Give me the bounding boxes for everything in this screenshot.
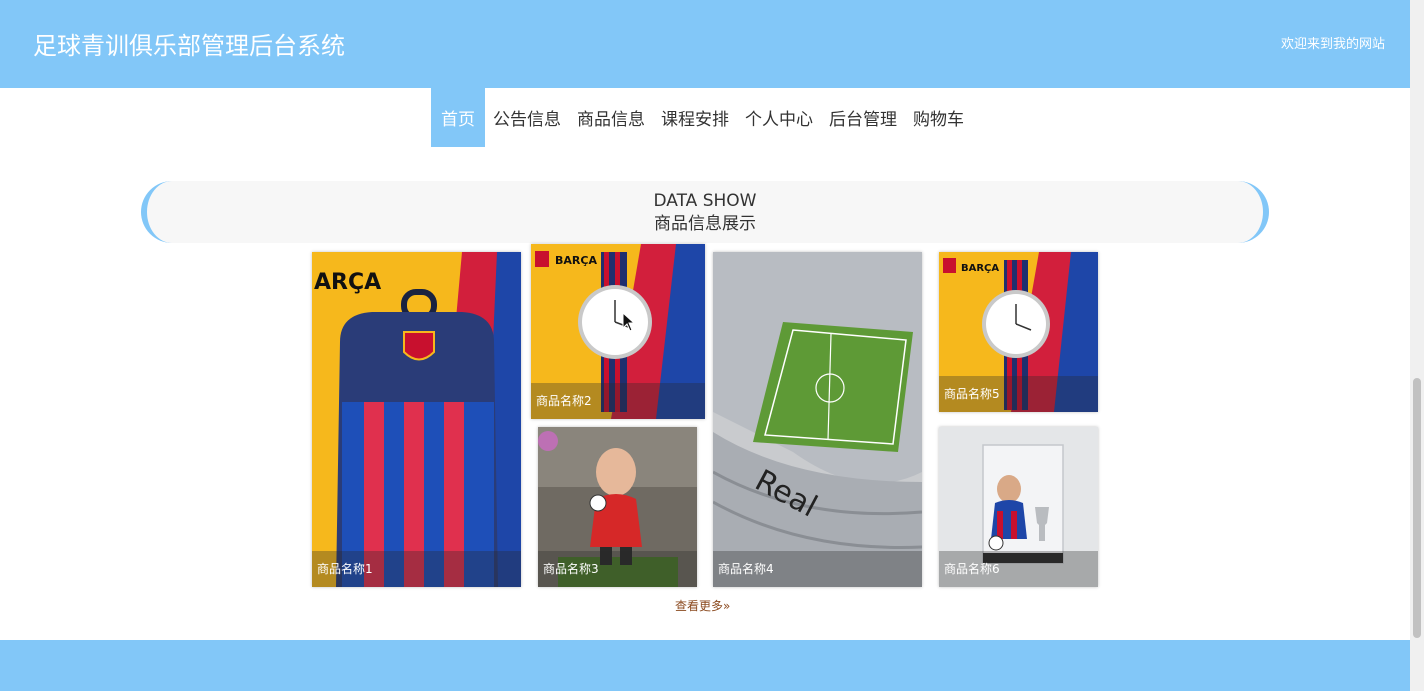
svg-text:ARÇA: ARÇA <box>314 270 381 295</box>
product-name: 商品名称3 <box>538 551 697 587</box>
nav-item-personal-center[interactable]: 个人中心 <box>737 88 821 147</box>
backpack-image: ARÇA <box>312 252 521 587</box>
product-name: 商品名称4 <box>713 551 922 587</box>
product-card-6[interactable]: 商品名称6 <box>939 427 1098 587</box>
welcome-text: 欢迎来到我的网站 <box>1280 37 1385 52</box>
product-name: 商品名称1 <box>312 551 521 587</box>
mouse-cursor-icon <box>622 312 636 332</box>
footer <box>0 640 1410 691</box>
product-card-4[interactable]: Real 商品名称4 <box>713 252 922 587</box>
product-card-3[interactable]: 商品名称3 <box>538 427 697 587</box>
main-nav: 首页 公告信息 商品信息 课程安排 个人中心 后台管理 购物车 <box>431 88 972 147</box>
stadium-model-image: Real <box>713 252 922 587</box>
scrollbar-thumb[interactable] <box>1413 378 1421 638</box>
product-card-5[interactable]: BARÇA 商品名称5 <box>939 252 1098 412</box>
product-card-2[interactable]: BARÇA 商品名称2 <box>531 244 705 419</box>
product-name: 商品名称5 <box>939 376 1098 412</box>
page-scrollbar[interactable] <box>1410 0 1424 691</box>
product-name: 商品名称2 <box>531 383 705 419</box>
nav-item-products[interactable]: 商品信息 <box>569 88 653 147</box>
nav-item-admin[interactable]: 后台管理 <box>821 88 905 147</box>
product-card-1[interactable]: ARÇA 商品名称1 <box>312 252 521 587</box>
nav-item-cart[interactable]: 购物车 <box>905 88 972 147</box>
view-more-link[interactable]: 查看更多» <box>675 597 730 614</box>
site-title: 足球青训俱乐部管理后台系统 <box>33 32 345 60</box>
svg-text:BARÇA: BARÇA <box>961 263 999 274</box>
svg-text:BARÇA: BARÇA <box>555 254 597 267</box>
section-header: DATA SHOW 商品信息展示 <box>141 181 1269 243</box>
top-header: 足球青训俱乐部管理后台系统 欢迎来到我的网站 <box>0 0 1410 88</box>
nav-item-announcements[interactable]: 公告信息 <box>485 88 569 147</box>
nav-item-courses[interactable]: 课程安排 <box>653 88 737 147</box>
section-title-cn: 商品信息展示 <box>654 214 756 234</box>
nav-item-home[interactable]: 首页 <box>431 88 485 147</box>
section-title-en: DATA SHOW <box>653 191 757 211</box>
product-name: 商品名称6 <box>939 551 1098 587</box>
